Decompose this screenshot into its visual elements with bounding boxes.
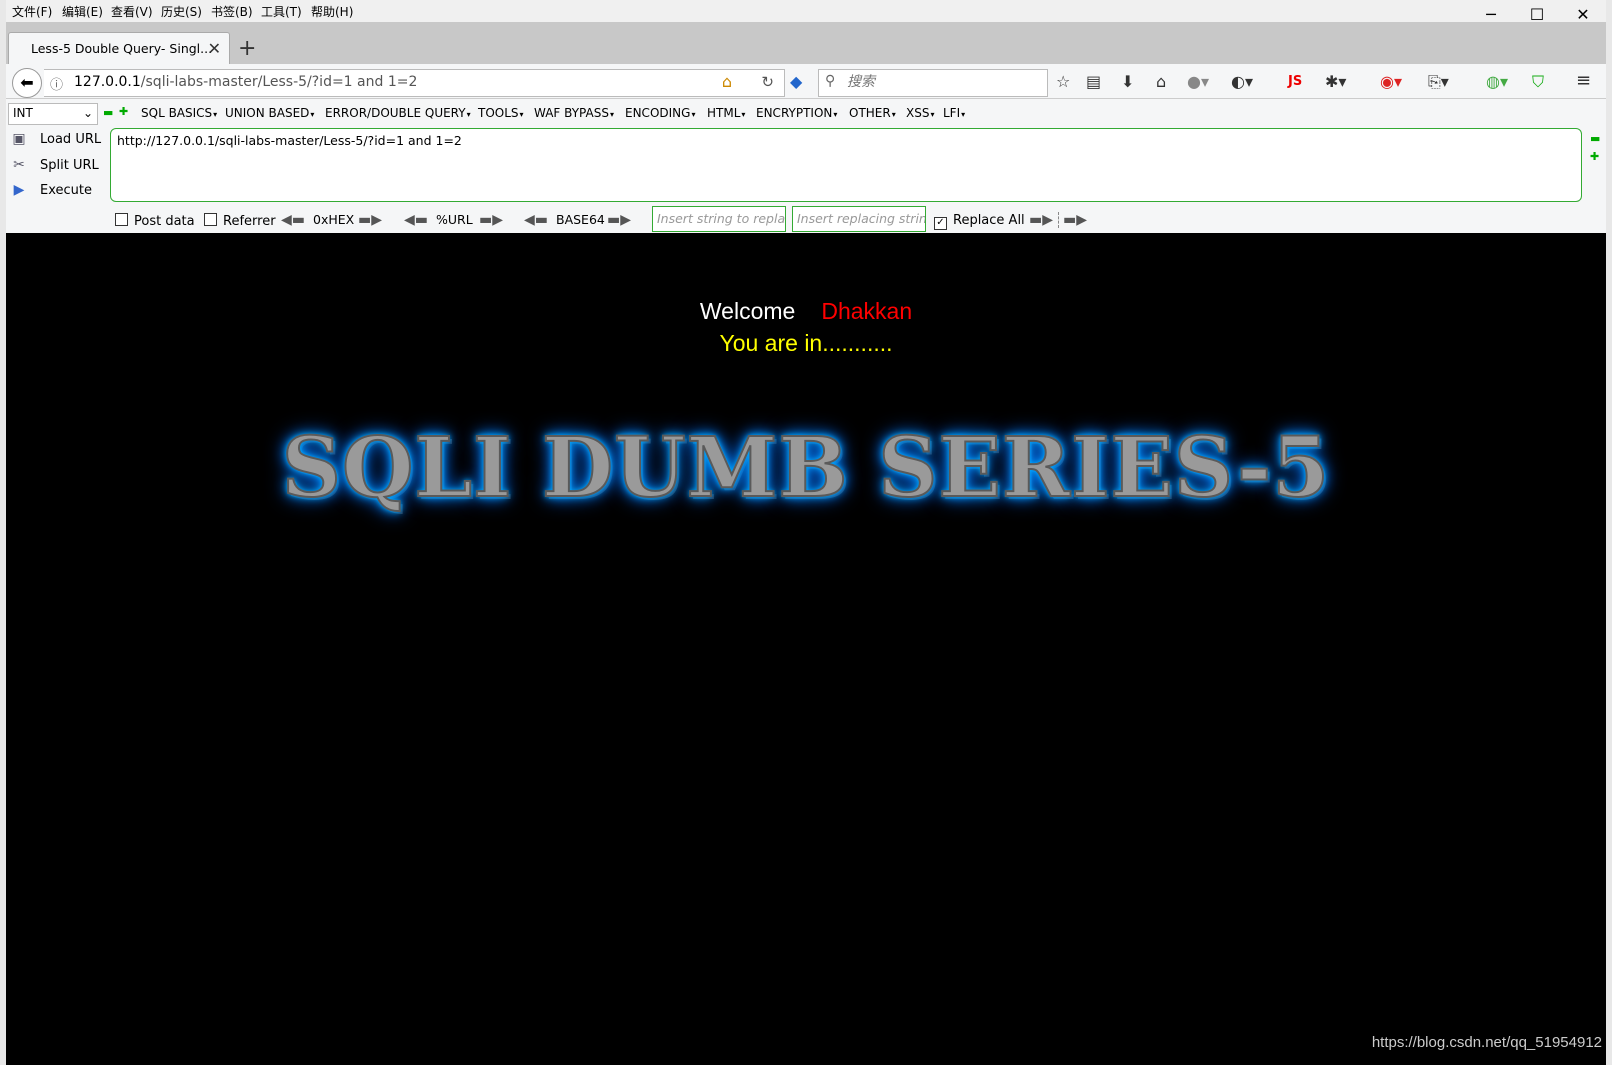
tab-active[interactable]: Less-5 Double Query- Singl... ✕	[8, 32, 230, 65]
chevron-down-icon: ⌄	[82, 106, 93, 120]
checkmark-icon: ✓	[934, 217, 947, 230]
login-status: You are in...........	[719, 330, 893, 356]
type-select[interactable]: INT ⌄	[8, 103, 98, 125]
extension-bird-icon[interactable]: ◆	[790, 72, 802, 91]
hackbar-url-value: http://127.0.0.1/sqli-labs-master/Less-5…	[117, 133, 462, 148]
js-toggle-icon[interactable]: JS	[1288, 74, 1302, 89]
search-icon: ⚲	[825, 73, 836, 89]
menu-file[interactable]: 文件(F)	[12, 3, 52, 20]
url-text[interactable]: 127.0.0.1/sqli-labs-master/Less-5/?id=1 …	[74, 74, 417, 90]
menu-tools-hb[interactable]: TOOLS	[478, 106, 524, 120]
referrer-label: Referrer	[223, 214, 276, 229]
base64-decode-arrow-icon[interactable]: ◀▬	[524, 212, 548, 228]
execute-label: Execute	[40, 183, 92, 198]
sync-account-icon[interactable]: ●▾	[1187, 72, 1209, 91]
download-icon[interactable]: ⬇	[1121, 72, 1134, 91]
checkbox-icon	[115, 213, 128, 226]
hamburger-menu-icon[interactable]: ≡	[1576, 70, 1591, 91]
menu-history[interactable]: 历史(S)	[161, 3, 202, 20]
home-page-icon[interactable]: ⌂	[722, 72, 732, 91]
url-bar[interactable]: ⓘ 127.0.0.1/sqli-labs-master/Less-5/?id=…	[44, 69, 785, 97]
menu-encryption[interactable]: ENCRYPTION	[756, 106, 837, 120]
back-arrow-icon: ⬅	[20, 73, 34, 92]
hex-label: 0xHEX	[313, 212, 355, 227]
close-tab-icon[interactable]: ✕	[208, 39, 221, 58]
replacing-string-placeholder: Insert replacing string	[797, 211, 926, 226]
menu-lfi[interactable]: LFI	[943, 106, 965, 120]
series-title-logo: SQLI DUMB SERIES-5	[281, 419, 1331, 517]
menu-error-double-query[interactable]: ERROR/DOUBLE QUERY	[325, 106, 471, 120]
menu-html[interactable]: HTML	[707, 106, 745, 120]
base64-encode-arrow-icon[interactable]: ▬▶	[607, 212, 631, 228]
replacing-string-input[interactable]: Insert replacing string	[792, 206, 926, 232]
extension-globe-icon[interactable]: ◍▾	[1486, 72, 1508, 91]
hex-encode-arrow-icon[interactable]: ▬▶	[358, 212, 382, 228]
reading-list-icon[interactable]: ▤	[1086, 72, 1101, 91]
search-input[interactable]	[845, 73, 1039, 91]
type-select-value: INT	[13, 106, 33, 120]
back-button[interactable]: ⬅	[12, 68, 42, 98]
execute-play-icon: ▶	[13, 182, 25, 198]
url-path: /sqli-labs-master/Less-5/?id=1 and 1=2	[140, 74, 418, 90]
url-decode-arrow-icon[interactable]: ◀▬	[404, 212, 428, 228]
user-name: Dhakkan	[821, 298, 913, 324]
menu-union-based[interactable]: UNION BASED	[225, 106, 314, 120]
desktop-right-strip	[1605, 0, 1612, 1065]
menu-sql-basics[interactable]: SQL BASICS	[141, 106, 217, 120]
new-tab-button[interactable]: +	[238, 36, 256, 61]
url-encode-label: %URL	[436, 212, 473, 227]
base64-label: BASE64	[556, 212, 605, 227]
url-encode-arrow-icon[interactable]: ▬▶	[479, 212, 503, 228]
menu-view[interactable]: 查看(V)	[111, 3, 153, 20]
info-icon[interactable]: ⓘ	[50, 74, 63, 93]
menu-xss[interactable]: XSS	[906, 106, 934, 120]
extension-bug-icon[interactable]: ✱▾	[1325, 72, 1346, 91]
watermark: https://blog.csdn.net/qq_51954912	[1371, 1034, 1602, 1051]
replace-next-arrow-icon[interactable]: ▬▶	[1058, 212, 1087, 228]
menu-waf-bypass[interactable]: WAF BYPASS	[534, 106, 614, 120]
home-icon[interactable]: ⌂	[1156, 72, 1166, 91]
search-bar[interactable]: ⚲	[818, 69, 1048, 97]
grow-area-icon[interactable]: ✚	[1590, 150, 1599, 163]
reload-icon[interactable]: ↻	[761, 73, 774, 91]
welcome-line: Welcome Dhakkan	[0, 298, 1612, 325]
menu-other[interactable]: OTHER	[849, 106, 896, 120]
split-url-label: Split URL	[40, 158, 99, 173]
referrer-checkbox[interactable]: Referrer	[204, 213, 276, 229]
post-data-label: Post data	[134, 214, 195, 229]
menu-bookmarks[interactable]: 书签(B)	[211, 3, 253, 20]
split-url-icon: ✂	[13, 157, 25, 173]
replace-all-label: Replace All	[953, 213, 1025, 228]
palette-icon[interactable]: ◐▾	[1231, 72, 1253, 91]
shrink-area-icon[interactable]: ▬	[1590, 132, 1600, 145]
replace-string-input[interactable]: Insert string to replace	[652, 206, 786, 232]
extension-target-icon[interactable]: ◉▾	[1380, 72, 1402, 91]
increase-icon[interactable]: ✚	[119, 105, 128, 118]
tab-title: Less-5 Double Query- Singl...	[31, 41, 213, 56]
checkbox-icon	[204, 213, 217, 226]
post-data-checkbox[interactable]: Post data	[115, 213, 195, 229]
menu-encoding[interactable]: ENCODING	[625, 106, 695, 120]
url-host: 127.0.0.1	[74, 74, 141, 90]
hex-decode-arrow-icon[interactable]: ◀▬	[281, 212, 305, 228]
extension-shield-icon[interactable]: ⛉	[1532, 72, 1544, 92]
page-content	[6, 233, 1606, 1065]
replace-string-placeholder: Insert string to replace	[657, 211, 786, 226]
load-url-icon: ▣	[12, 131, 26, 147]
menu-edit[interactable]: 编辑(E)	[62, 3, 103, 20]
decrease-icon[interactable]: ▬	[103, 106, 113, 119]
hackbar-url-textarea[interactable]: http://127.0.0.1/sqli-labs-master/Less-5…	[110, 128, 1582, 202]
welcome-text: Welcome	[699, 298, 796, 324]
menu-bar: 文件(F) 编辑(E) 查看(V) 历史(S) 书签(B) 工具(T) 帮助(H…	[6, 0, 1606, 22]
replace-arrow-icon[interactable]: ▬▶	[1029, 212, 1053, 228]
menu-tools[interactable]: 工具(T)	[261, 3, 302, 20]
replace-all-checkbox[interactable]: ✓ Replace All	[934, 213, 1025, 230]
load-url-label: Load URL	[40, 132, 102, 147]
bookmark-star-icon[interactable]: ☆	[1056, 72, 1070, 91]
menu-help[interactable]: 帮助(H)	[311, 3, 353, 20]
extension-page-icon[interactable]: ⎘▾	[1428, 72, 1449, 92]
